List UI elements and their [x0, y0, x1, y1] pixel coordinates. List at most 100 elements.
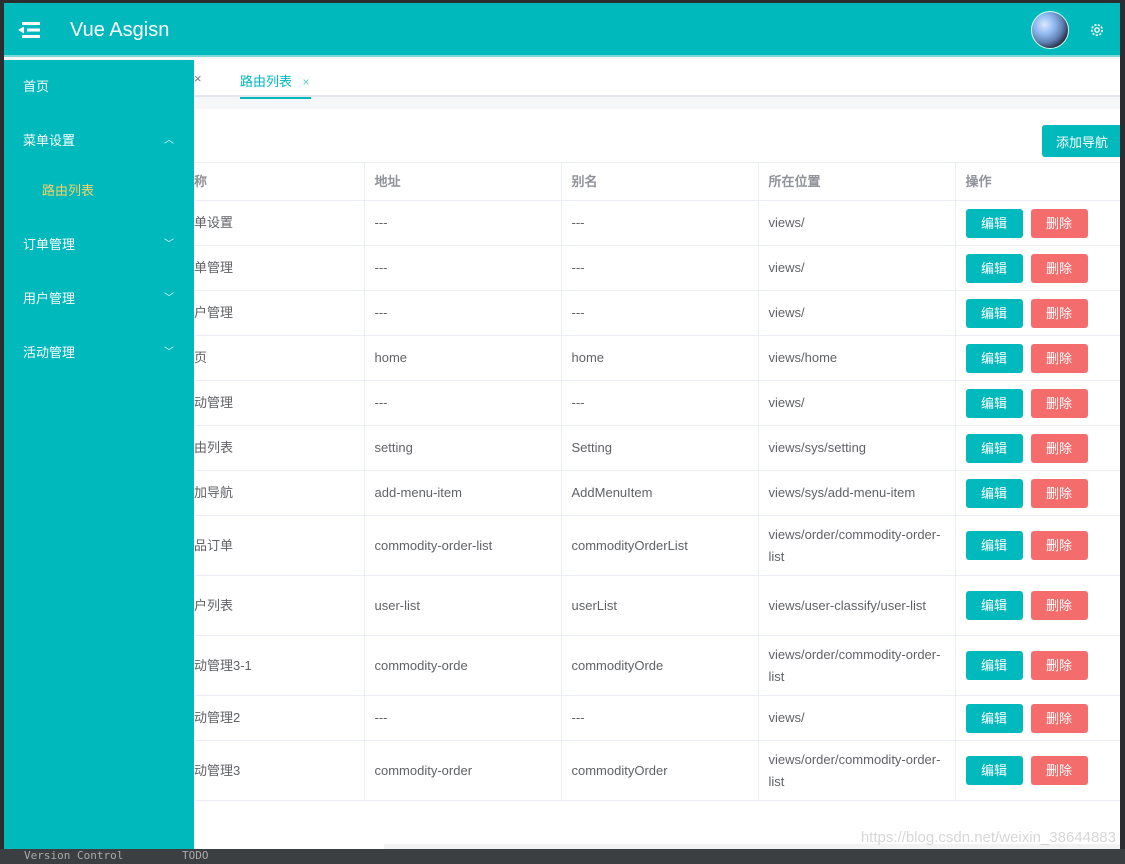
cell-location: views/sys/add-menu-item: [758, 470, 956, 516]
sidebar-item-label: 订单管理: [23, 237, 76, 252]
cell-location: views/: [758, 290, 956, 336]
cell-alias: ---: [561, 200, 759, 246]
edit-button[interactable]: 编辑: [965, 531, 1023, 560]
watermark: https://blog.csdn.net/weixin_38644883: [860, 829, 1116, 846]
table-row: 户管理 --- --- views/编辑 删除: [194, 290, 1120, 336]
cell-actions: 编辑 删除: [955, 635, 1120, 696]
cell-path: ---: [364, 380, 562, 426]
close-icon[interactable]: ×: [302, 75, 309, 89]
tab-label: 路由列表: [240, 74, 293, 89]
table-row: 户列表 user-list userList views/user-classify/…: [194, 575, 1120, 636]
cell-actions: 编辑 删除: [955, 380, 1120, 426]
cell-actions: 编辑 删除: [955, 575, 1120, 636]
cell-path: home: [364, 335, 562, 381]
cell-name: 品订单: [194, 515, 365, 576]
cell-actions: 编辑 删除: [955, 470, 1120, 516]
close-icon[interactable]: ×: [194, 71, 202, 86]
edit-button[interactable]: 编辑: [965, 253, 1023, 283]
cell-name: 由列表: [194, 425, 365, 471]
edit-button[interactable]: 编辑: [965, 388, 1023, 418]
sidebar-item-menu-settings[interactable]: 菜单设置 ︿: [4, 114, 194, 168]
cell-name: 动管理3: [194, 740, 365, 801]
cell-alias: commodityOrder: [561, 740, 759, 801]
edit-button[interactable]: 编辑: [965, 298, 1023, 328]
chevron-up-icon: ︿: [164, 135, 174, 146]
cell-alias: ---: [561, 380, 759, 426]
table-row: 单管理 --- --- views/编辑 删除: [194, 245, 1120, 291]
edit-button[interactable]: 编辑: [965, 208, 1023, 238]
cell-name: 动管理2: [194, 695, 365, 741]
tabs-bar: × 路由列表 ×: [194, 59, 1120, 99]
sidebar: 首页 菜单设置 ︿ 路由列表 订单管理 ﹀ 用户管理 ﹀ 活动管理 ﹀: [4, 60, 194, 849]
cell-name: 动管理3-1: [194, 635, 365, 696]
delete-button[interactable]: 删除: [1030, 433, 1088, 463]
delete-button[interactable]: 删除: [1030, 591, 1088, 620]
cell-name: 户列表: [194, 575, 365, 636]
cell-name: 动管理: [194, 380, 365, 426]
cell-location: views/order/commodity-order-list: [758, 635, 956, 696]
table-header-row: 称 地址 别名 所在位置 操作: [194, 162, 1120, 201]
sidebar-item-label: 用户管理: [23, 291, 76, 306]
cell-alias: ---: [561, 290, 759, 336]
cell-actions: 编辑 删除: [955, 290, 1120, 336]
cell-name: 单设置: [194, 200, 365, 246]
table-row: 动管理 --- --- views/编辑 删除: [194, 380, 1120, 426]
user-avatar[interactable]: [1031, 11, 1069, 49]
gear-icon[interactable]: [1089, 22, 1105, 38]
delete-button[interactable]: 删除: [1030, 478, 1088, 508]
cell-path: add-menu-item: [364, 470, 562, 516]
cell-location: views/sys/setting: [758, 425, 956, 471]
sidebar-item-label: 首页: [23, 79, 50, 94]
edit-button[interactable]: 编辑: [965, 478, 1023, 508]
sidebar-item-home[interactable]: 首页: [4, 60, 194, 114]
delete-button[interactable]: 删除: [1030, 253, 1088, 283]
table-row: 动管理3-1 commodity-orde commodityOrde views/o…: [194, 635, 1120, 696]
chevron-down-icon: ﹀: [164, 347, 174, 358]
cell-actions: 编辑 删除: [955, 335, 1120, 381]
sidebar-item-label: 菜单设置: [23, 133, 76, 148]
delete-button[interactable]: 删除: [1030, 703, 1088, 733]
delete-button[interactable]: 删除: [1030, 298, 1088, 328]
cell-actions: 编辑 删除: [955, 425, 1120, 471]
sidebar-item-label: 路由列表: [42, 183, 95, 198]
menu-fold-icon[interactable]: [18, 20, 40, 40]
add-nav-button[interactable]: 添加导航: [1042, 125, 1120, 157]
delete-button[interactable]: 删除: [1030, 651, 1088, 680]
version-control-tab[interactable]: Version Control: [24, 849, 123, 862]
todo-tab[interactable]: TODO: [182, 849, 209, 862]
cell-alias: commodityOrde: [561, 635, 759, 696]
edit-button[interactable]: 编辑: [965, 756, 1023, 785]
cell-path: ---: [364, 290, 562, 336]
sidebar-item-activity-management[interactable]: 活动管理 ﹀: [4, 326, 194, 380]
cell-alias: commodityOrderList: [561, 515, 759, 576]
cell-location: views/home: [758, 335, 956, 381]
cell-path: commodity-orde: [364, 635, 562, 696]
delete-button[interactable]: 删除: [1030, 343, 1088, 373]
tab-route-list[interactable]: 路由列表 ×: [240, 59, 311, 99]
delete-button[interactable]: 删除: [1030, 531, 1088, 560]
sidebar-item-user-management[interactable]: 用户管理 ﹀: [4, 272, 194, 326]
app-window: Vue Asgisn × 路由列表 × 添加导航 称 地址 别名 所在位置 操作: [4, 3, 1120, 849]
cell-alias: Setting: [561, 425, 759, 471]
delete-button[interactable]: 删除: [1030, 388, 1088, 418]
edit-button[interactable]: 编辑: [965, 433, 1023, 463]
top-header: Vue Asgisn: [4, 3, 1120, 57]
cell-name: 户管理: [194, 290, 365, 336]
edit-button[interactable]: 编辑: [965, 343, 1023, 373]
header-location: 所在位置: [758, 162, 956, 201]
sidebar-item-order-management[interactable]: 订单管理 ﹀: [4, 218, 194, 272]
table-row: 页 home home views/home 编辑 删除: [194, 335, 1120, 381]
delete-button[interactable]: 删除: [1030, 756, 1088, 785]
sidebar-item-label: 活动管理: [23, 345, 76, 360]
table-row: 单设置 --- --- views/编辑 删除: [194, 200, 1120, 246]
cell-alias: ---: [561, 245, 759, 291]
cell-actions: 编辑 删除: [955, 515, 1120, 576]
cell-location: views/order/commodity-order-list: [758, 740, 956, 801]
sidebar-item-route-list[interactable]: 路由列表: [4, 168, 194, 218]
edit-button[interactable]: 编辑: [965, 651, 1023, 680]
delete-button[interactable]: 删除: [1030, 208, 1088, 238]
cell-path: ---: [364, 695, 562, 741]
edit-button[interactable]: 编辑: [965, 591, 1023, 620]
edit-button[interactable]: 编辑: [965, 703, 1023, 733]
cell-name: 单管理: [194, 245, 365, 291]
